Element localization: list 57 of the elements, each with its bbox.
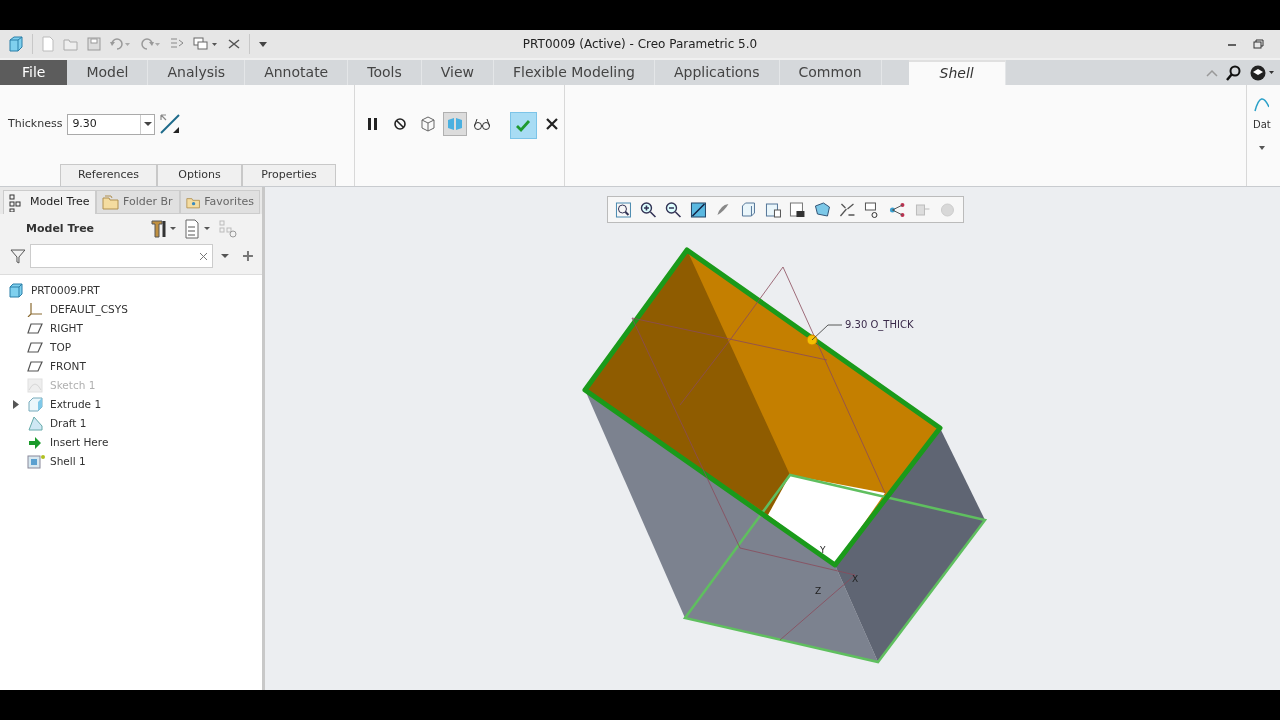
ribbon-tab[interactable]: File (0, 60, 68, 85)
panel-tab[interactable]: Model Tree (3, 190, 96, 214)
sub-tab[interactable]: References (60, 164, 157, 186)
draft-icon (27, 416, 45, 431)
thickness-label: Thickness (8, 115, 63, 132)
tree-item[interactable]: Draft 1 (0, 414, 262, 433)
clear-icon[interactable] (199, 251, 209, 261)
part-icon (8, 283, 26, 298)
filter-icon[interactable] (10, 248, 26, 264)
group-caret-icon[interactable] (1259, 146, 1265, 150)
caret-icon[interactable] (220, 252, 231, 260)
add-icon[interactable] (242, 250, 254, 262)
tree-item[interactable]: Extrude 1 (0, 395, 262, 414)
thickness-field[interactable]: 9.30 (67, 113, 156, 135)
dimension-leader (806, 324, 843, 346)
shell-icon (27, 454, 45, 469)
tree-item[interactable]: DEFAULT_CSYS (0, 300, 262, 319)
tree-item[interactable]: FRONT (0, 357, 262, 376)
tree-item[interactable]: PRT0009.PRT (0, 281, 262, 300)
datum-plane-icon (27, 340, 45, 355)
coordinate-system-icon (27, 302, 45, 317)
extrude-icon (27, 397, 45, 412)
restore-icon[interactable] (1253, 39, 1264, 49)
datum-plane-icon (27, 359, 45, 374)
axis-label: Z (815, 586, 822, 596)
zoom-in-icon[interactable] (638, 200, 658, 219)
tree-item[interactable]: TOP (0, 338, 262, 357)
tree-item[interactable]: Insert Here (0, 433, 262, 452)
panel-tab[interactable]: Folder Br (96, 190, 180, 214)
dimension-label[interactable]: 9.30 O_THICK (845, 319, 914, 330)
axis-label: Y (820, 545, 826, 555)
zoom-out-icon[interactable] (663, 200, 683, 219)
panel-title: Model Tree (26, 220, 96, 237)
axis-label: X (852, 574, 859, 584)
part-icon[interactable] (8, 36, 24, 52)
windows-icon[interactable] (193, 37, 219, 51)
sketch-icon (27, 378, 45, 393)
sub-tab[interactable]: Properties (242, 164, 336, 186)
close-window-icon[interactable] (227, 37, 241, 51)
dropdown-caret-icon[interactable] (143, 121, 152, 127)
folder-icon (102, 193, 119, 211)
refit-icon[interactable] (614, 200, 633, 219)
tree-item[interactable]: Shell 1 (0, 452, 262, 471)
customize-caret-icon[interactable] (258, 39, 268, 49)
datum-plane-icon (27, 321, 45, 336)
ribbon-tab[interactable]: Shell (908, 60, 1006, 85)
search-field[interactable] (29, 244, 214, 268)
flip-direction-icon[interactable] (159, 113, 182, 135)
shell-model-drawing[interactable] (582, 247, 988, 664)
tree-item[interactable]: RIGHT (0, 319, 262, 338)
search-icon[interactable] (1226, 64, 1242, 81)
datum-group-label[interactable]: Dat (1253, 117, 1271, 132)
sub-tab[interactable]: Options (157, 164, 242, 186)
checkmark-button[interactable] (510, 112, 537, 139)
panel-tab[interactable]: Favorites (180, 190, 260, 214)
expand-arrow-icon[interactable] (12, 400, 20, 409)
window-title: PRT0009 (Active) - Creo Parametric 5.0 (522, 36, 758, 53)
